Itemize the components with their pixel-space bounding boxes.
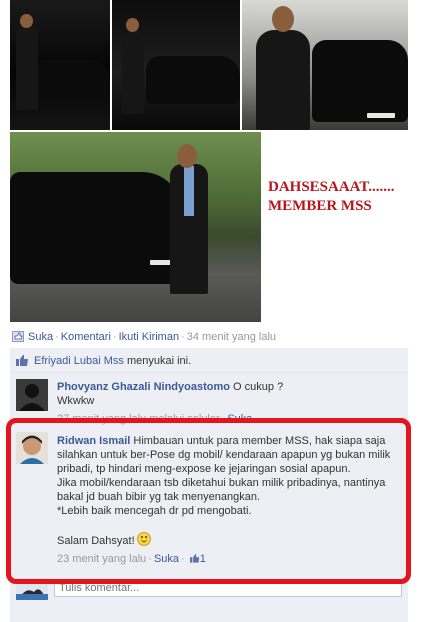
comment-link[interactable]: Komentari xyxy=(61,331,111,343)
caption-line-1: DAHSESAAAT....... xyxy=(268,179,395,195)
separator: · xyxy=(221,413,226,425)
likes-suffix: menyukai ini. xyxy=(126,355,192,367)
likes-row: Efriyadi Lubai Mss menyukai ini. xyxy=(10,348,408,373)
comment-body: Phovyanz Ghazali Nindyoastomo O cukup ? … xyxy=(57,380,400,426)
comment-meta: 27 menit yang lalu melalui seluler · Suka xyxy=(57,412,400,426)
separator: · xyxy=(148,553,152,565)
post-timestamp[interactable]: 34 menit yang lalu xyxy=(187,331,276,343)
liker-name-link[interactable]: Efriyadi Lubai Mss xyxy=(34,355,124,367)
comment-text: O cukup ? xyxy=(233,381,284,393)
comment-input[interactable] xyxy=(54,579,402,597)
thumbs-up-icon xyxy=(187,553,200,565)
avatar[interactable] xyxy=(16,379,48,411)
separator: · xyxy=(181,331,185,343)
smiley-emoticon-icon xyxy=(136,532,151,546)
person-head xyxy=(126,18,139,32)
follow-post-link[interactable]: Ikuti Kiriman xyxy=(119,331,180,343)
caption-line-2: MEMBER MSS xyxy=(268,198,372,214)
comment-like-link[interactable]: Suka xyxy=(154,553,179,565)
separator: · xyxy=(55,331,59,343)
person-head xyxy=(272,6,294,32)
photo-man-with-car-3[interactable] xyxy=(242,0,408,130)
feedback-section: Efriyadi Lubai Mss menyukai ini. Phovyan… xyxy=(10,348,408,622)
comment-author-link[interactable]: Ridwan Ismail xyxy=(57,435,130,447)
avatar[interactable] xyxy=(16,432,48,464)
comment-like-count: 1 xyxy=(199,553,206,565)
comment-timestamp[interactable]: 27 menit yang lalu melalui seluler xyxy=(57,413,220,425)
comment-text-line-3: *Lebih baik mencegah dr pd mengobati. xyxy=(57,505,252,517)
license-plate xyxy=(367,113,395,118)
person-head xyxy=(177,144,197,168)
comment-author-link[interactable]: Phovyanz Ghazali Nindyoastomo xyxy=(57,381,230,393)
comment-timestamp[interactable]: 23 menit yang lalu xyxy=(57,553,146,565)
reply-row xyxy=(10,576,408,602)
comment-like-link[interactable]: Suka xyxy=(227,413,252,425)
car-shape xyxy=(32,60,110,102)
comment-body: Ridwan Ismail Himbauan untuk para member… xyxy=(57,434,400,566)
comment-greeting: Salam Dahsyat! xyxy=(57,535,135,547)
comment-text-line-2: Wkwkw xyxy=(57,395,95,407)
like-thumb-icon xyxy=(12,331,24,342)
person-shape xyxy=(256,30,310,130)
photo-caption: DAHSESAAAT....... MEMBER MSS xyxy=(268,178,408,216)
post-actions: Suka · Komentari · Ikuti Kiriman · 34 menit ya… xyxy=(12,331,276,343)
photo-men-with-car-1[interactable] xyxy=(10,0,110,130)
car-shape xyxy=(312,40,408,122)
avatar xyxy=(16,578,48,600)
car-shape xyxy=(146,56,240,104)
separator: · xyxy=(181,553,185,565)
person-head xyxy=(20,14,33,28)
car-shape xyxy=(10,172,182,284)
photo-men-with-car-2[interactable] xyxy=(112,0,240,130)
comment-like-count-link[interactable]: 1 xyxy=(187,553,206,565)
comment-text-line-4: Salam Dahsyat! xyxy=(57,532,400,548)
photo-man-with-mercedes[interactable] xyxy=(10,132,261,322)
shirt-shape xyxy=(184,166,194,216)
comment-text-line-2: Jika mobil/kendaraan tsb diketahui bukan… xyxy=(57,477,386,503)
person-shape xyxy=(16,24,38,110)
post-photo-collage[interactable]: DAHSESAAAT....... MEMBER MSS xyxy=(10,0,408,322)
person-shape xyxy=(122,30,144,114)
separator: · xyxy=(112,331,117,343)
comment-item: Ridwan Ismail Himbauan untuk para member… xyxy=(10,426,408,566)
thumbs-up-icon xyxy=(16,354,29,369)
comment-meta: 23 menit yang lalu · Suka · 1 xyxy=(57,552,400,566)
comment-item: Phovyanz Ghazali Nindyoastomo O cukup ? … xyxy=(10,373,408,425)
likes-text: Efriyadi Lubai Mss menyukai ini. xyxy=(34,355,191,367)
like-link[interactable]: Suka xyxy=(28,331,53,343)
